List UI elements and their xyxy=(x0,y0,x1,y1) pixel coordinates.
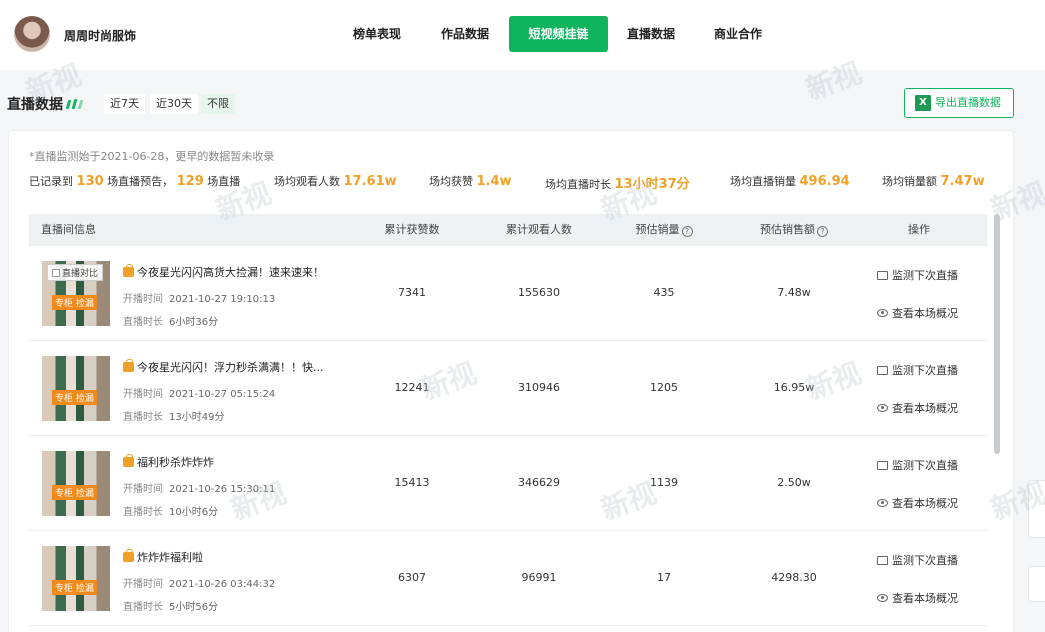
scroll-thumb[interactable] xyxy=(994,214,1000,454)
stat-avg-viewers: 场均观看人数 17.61w xyxy=(274,174,397,189)
signal-bars-icon xyxy=(65,97,89,109)
view-overview-link[interactable]: 查看本场概况 xyxy=(877,495,958,511)
side-tool-top[interactable] xyxy=(1028,480,1045,538)
live-table: 直播间信息 累计获赞数 累计观看人数 预估销量? 预估销售额? 操作 直播对比 … xyxy=(29,214,987,626)
start-time: 开播时间 2021-10-27 05:15:24 xyxy=(123,389,276,400)
tab-video-links[interactable]: 短视频挂链 xyxy=(509,16,608,52)
live-thumbnail[interactable]: 直播对比 专柜 捡漏 xyxy=(42,261,110,326)
table-header: 直播间信息 累计获赞数 累计观看人数 预估销量? 预估销售额? 操作 xyxy=(29,214,987,246)
range-unlimited[interactable]: 不限 xyxy=(201,94,235,114)
likes-value: 12241 xyxy=(394,381,430,394)
thumb-tag: 专柜 捡漏 xyxy=(52,295,97,310)
view-overview-link[interactable]: 查看本场概况 xyxy=(877,400,958,416)
range-7-days[interactable]: 近7天 xyxy=(104,94,145,114)
export-live-data-button[interactable]: X 导出直播数据 xyxy=(904,88,1014,118)
eye-icon xyxy=(877,309,888,317)
monitor-icon xyxy=(877,366,888,375)
compare-checkbox[interactable]: 直播对比 xyxy=(47,264,104,281)
live-title[interactable]: 今夜星光闪闪高货大捡漏！速来速来！ xyxy=(123,264,324,280)
main-nav: 榜单表现 作品数据 短视频挂链 直播数据 商业合作 xyxy=(0,16,1045,52)
live-duration: 直播时长 10小时6分 xyxy=(123,507,219,518)
live-duration: 直播时长 5小时56分 xyxy=(123,602,219,613)
live-duration: 直播时长 6小时36分 xyxy=(123,317,219,328)
table-body: 直播对比 专柜 捡漏 今夜星光闪闪高货大捡漏！速来速来！ 开播时间 2021-10… xyxy=(29,246,987,626)
start-time: 开播时间 2021-10-26 03:44:32 xyxy=(123,579,276,590)
col-info: 直播间信息 xyxy=(41,223,96,236)
shopping-bag-icon xyxy=(123,549,134,562)
monitor-next-live-link[interactable]: 监测下次直播 xyxy=(877,267,958,283)
help-icon[interactable]: ? xyxy=(681,226,693,237)
eye-icon xyxy=(877,594,888,602)
eye-icon xyxy=(877,404,888,412)
sales-value: 435 xyxy=(653,286,675,299)
stat-avg-revenue: 场均销量额 7.47w xyxy=(882,174,985,189)
monitor-note: *直播监测始于2021-06-28，更早的数据暂未收录 xyxy=(29,150,275,163)
stat-avg-duration: 场均直播时长 13小时37分 xyxy=(545,177,690,192)
top-bar: 周周时尚服饰 榜单表现 作品数据 短视频挂链 直播数据 商业合作 xyxy=(0,0,1045,70)
viewers-value: 155630 xyxy=(518,286,560,299)
revenue-value: 4298.30 xyxy=(771,571,817,584)
view-overview-link[interactable]: 查看本场概况 xyxy=(877,590,958,606)
table-row: 专柜 捡漏 炸炸炸福利啦 开播时间 2021-10-26 03:44:32 直播时… xyxy=(29,531,987,626)
start-time: 开播时间 2021-10-26 15:30:11 xyxy=(123,484,276,495)
sales-value: 1205 xyxy=(650,381,678,394)
likes-value: 7341 xyxy=(398,286,426,299)
live-title[interactable]: 福利秒杀炸炸炸 xyxy=(123,454,214,470)
viewers-value: 310946 xyxy=(518,381,560,394)
monitor-icon xyxy=(877,556,888,565)
viewers-value: 96991 xyxy=(521,571,557,584)
stat-avg-likes: 场均获赞 1.4w xyxy=(429,174,512,189)
view-overview-link[interactable]: 查看本场概况 xyxy=(877,305,958,321)
monitor-next-live-link[interactable]: 监测下次直播 xyxy=(877,552,958,568)
monitor-next-live-link[interactable]: 监测下次直播 xyxy=(877,457,958,473)
live-thumbnail[interactable]: 专柜 捡漏 xyxy=(42,546,110,611)
table-row: 专柜 捡漏 今夜星光闪闪！浮力秒杀满满！！快... 开播时间 2021-10-27… xyxy=(29,341,987,436)
col-revenue[interactable]: 预估销售额? xyxy=(739,214,849,246)
thumb-tag: 专柜 捡漏 xyxy=(52,390,97,405)
stat-avg-sales: 场均直播销量 496.94 xyxy=(730,174,850,189)
shopping-bag-icon xyxy=(123,264,134,277)
thumb-tag: 专柜 捡漏 xyxy=(52,580,97,595)
live-title[interactable]: 今夜星光闪闪！浮力秒杀满满！！快... xyxy=(123,359,324,375)
export-label: 导出直播数据 xyxy=(935,96,1001,109)
revenue-value: 16.95w xyxy=(773,381,815,394)
likes-value: 15413 xyxy=(394,476,430,489)
live-title[interactable]: 炸炸炸福利啦 xyxy=(123,549,203,565)
range-30-days[interactable]: 近30天 xyxy=(150,94,198,114)
shopping-bag-icon xyxy=(123,359,134,372)
revenue-value: 7.48w xyxy=(777,286,811,299)
sales-value: 17 xyxy=(657,571,671,584)
tab-live-data[interactable]: 直播数据 xyxy=(616,16,686,52)
tab-ranking[interactable]: 榜单表现 xyxy=(342,16,412,52)
col-actions: 操作 xyxy=(908,223,930,236)
live-data-card: *直播监测始于2021-06-28，更早的数据暂未收录 已记录到 130 场直播… xyxy=(8,130,1014,632)
viewers-value: 346629 xyxy=(518,476,560,489)
shopping-bag-icon xyxy=(123,454,134,467)
col-likes[interactable]: 累计获赞数 xyxy=(362,214,462,246)
excel-icon: X xyxy=(915,95,931,111)
table-row: 专柜 捡漏 福利秒杀炸炸炸 开播时间 2021-10-26 15:30:11 直播… xyxy=(29,436,987,531)
tab-business[interactable]: 商业合作 xyxy=(703,16,773,52)
thumb-tag: 专柜 捡漏 xyxy=(52,485,97,500)
revenue-value: 2.50w xyxy=(777,476,811,489)
eye-icon xyxy=(877,499,888,507)
side-tool-bottom[interactable] xyxy=(1028,566,1045,602)
monitor-icon xyxy=(877,461,888,470)
sales-value: 1139 xyxy=(650,476,678,489)
monitor-icon xyxy=(877,271,888,280)
live-duration: 直播时长 13小时49分 xyxy=(123,412,225,423)
start-time: 开播时间 2021-10-27 19:10:13 xyxy=(123,294,276,305)
stat-recorded: 已记录到 130 场直播预告， 129 场直播 xyxy=(29,174,241,189)
monitor-next-live-link[interactable]: 监测下次直播 xyxy=(877,362,958,378)
help-icon[interactable]: ? xyxy=(817,226,828,237)
col-viewers[interactable]: 累计观看人数 xyxy=(489,214,589,246)
live-thumbnail[interactable]: 专柜 捡漏 xyxy=(42,356,110,421)
tab-works[interactable]: 作品数据 xyxy=(430,16,500,52)
scrollbar[interactable] xyxy=(994,214,1000,594)
table-row: 直播对比 专柜 捡漏 今夜星光闪闪高货大捡漏！速来速来！ 开播时间 2021-10… xyxy=(29,246,987,341)
col-sales[interactable]: 预估销量? xyxy=(614,214,714,246)
section-title: 直播数据 xyxy=(7,97,63,113)
live-thumbnail[interactable]: 专柜 捡漏 xyxy=(42,451,110,516)
likes-value: 6307 xyxy=(398,571,426,584)
